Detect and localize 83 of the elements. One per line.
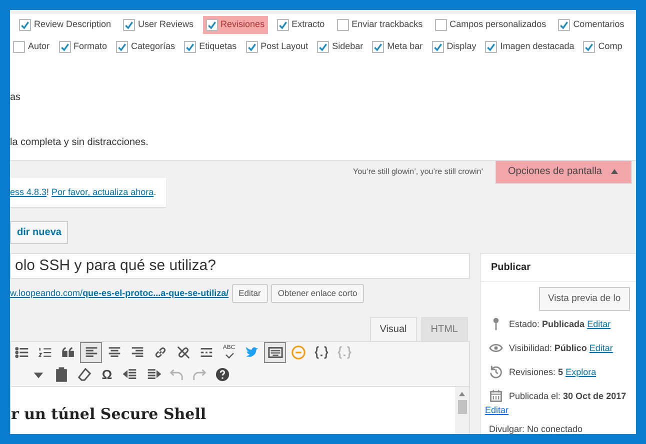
link-icon [152,345,168,360]
edit-link[interactable]: Explora [566,367,596,378]
checkbox-label: Post Layout [260,40,308,54]
checkbox[interactable] [58,41,71,53]
publish-info: Estado: Publicada [509,319,585,330]
checkbox[interactable] [206,19,218,31]
checkbox-label: Campos personalizados [450,18,546,32]
checkbox-label: Etiquetas [199,40,237,54]
notice-link[interactable]: Por favor, actualiza ahora [52,187,154,197]
checkbox-label: Autor [28,40,50,54]
eraser-icon [76,367,92,382]
list-bullets-icon [14,345,30,360]
editor-tab[interactable]: Visual [370,316,417,341]
publish-info: Visibilidad: Público [509,343,587,354]
permalink-button[interactable]: Obtener enlace corto [270,284,364,303]
edit-link[interactable]: Editar [587,319,611,330]
edit-link[interactable]: Editar [589,343,613,354]
checkbox-label: Comp [598,40,622,54]
preview-button[interactable]: Vista previa de lo [539,287,630,312]
scrollbar[interactable] [455,386,469,434]
permalink-button[interactable]: Editar [232,284,268,303]
option-text: as [10,91,21,105]
checkbox-label: Extracto [292,18,325,32]
keyboard-icon [268,345,282,360]
scroll-up-icon [458,390,466,397]
checkbox[interactable] [432,41,444,53]
editor-area[interactable]: r un túnel Secure Shell [11,386,469,434]
checkbox[interactable] [184,41,196,53]
option-text: la completa y sin distracciones. [10,136,148,150]
help-icon [214,367,230,382]
publish-info: Revisiones: 5 [509,367,564,378]
publish-info: Publicada el: 30 Oct de 2017 [509,391,626,402]
editor-tab[interactable]: HTML [420,316,468,341]
caret-up-icon [610,168,619,175]
checkbox[interactable] [123,19,136,31]
checkbox[interactable] [485,41,498,53]
checkbox-label: Meta bar [387,40,423,54]
content-heading: r un túnel Secure Shell [11,404,206,425]
toolbar-button[interactable] [264,342,286,364]
checkbox[interactable] [276,19,289,31]
checkbox-label: Review Description [34,18,112,32]
checkbox[interactable] [246,41,258,53]
checkbox[interactable] [317,41,330,53]
checkbox-label: Imagen destacada [500,40,574,54]
checkbox-label: Comentarios [573,18,624,32]
checkbox-label: Revisiones [220,18,265,32]
checkbox[interactable] [372,41,384,53]
checkbox-label: Sidebar [332,40,364,54]
panel-title: Publicar [481,254,636,282]
tagline-text: You’re still glowin’, you’re still crowin’ [353,166,484,178]
checkbox[interactable] [336,19,349,31]
add-new-button[interactable]: dir nueva [10,221,68,244]
toolbar-button[interactable] [80,342,102,364]
checkbox[interactable] [116,41,128,53]
checkbox-label: Display [446,40,476,54]
toolbar-button[interactable]: Ω [96,364,118,386]
checkbox[interactable] [558,19,570,31]
checkbox[interactable] [19,19,31,31]
unlink-icon [176,345,190,360]
clipboard-icon [54,367,68,382]
scrollbar-thumb[interactable] [458,400,466,414]
redo-icon [192,367,206,382]
update-notice: ess 4.8.3! Por favor, actualiza ahora. [10,187,156,197]
calendar-icon [489,389,503,404]
checkbox-label: Categorías [131,40,176,54]
braces-icon [336,345,352,360]
undo-icon [168,367,184,382]
screen-options-button[interactable]: Opciones de pantalla [495,160,632,184]
publish-info: Divulgar: No conectado [489,424,583,434]
checkbox-label: Formato [74,40,108,54]
ring-icon [290,345,306,360]
checkbox-label: User Reviews [138,18,194,32]
checkbox-label: Enviar trackbacks [352,18,423,32]
checkbox[interactable] [434,19,447,31]
edit-link[interactable]: Editar [485,405,509,416]
history-icon [489,365,503,380]
notice-link[interactable]: ess 4.8.3 [10,187,47,197]
checkbox[interactable] [583,41,596,53]
braces-icon [314,345,328,360]
permalink-link[interactable]: w.loopeando.com/que-es-el-protoc...a-que-se-utiliza/ [10,286,229,300]
checkbox[interactable] [13,41,25,53]
check-mark-icon [223,351,235,360]
title-field[interactable]: olo SSH y para qué se utiliza? [10,253,470,279]
